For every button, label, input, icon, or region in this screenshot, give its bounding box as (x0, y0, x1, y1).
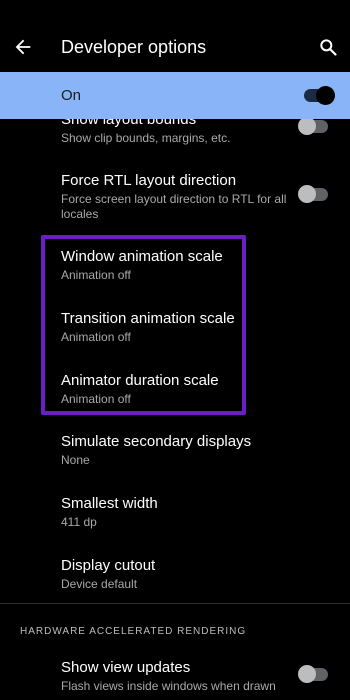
item-title: Animator duration scale (61, 372, 219, 389)
master-switch-thumb[interactable] (316, 86, 335, 105)
list-item-display-cutout[interactable]: Display cutout Device default (61, 557, 291, 592)
list-item-show-view-updates[interactable]: Show view updates Flash views inside win… (61, 659, 291, 694)
list-item-smallest-width[interactable]: Smallest width 411 dp (61, 495, 291, 530)
master-switch-label: On (61, 87, 82, 104)
item-subtitle: None (61, 453, 90, 467)
item-title: Transition animation scale (61, 310, 235, 327)
toggle-show-view-updates-thumb[interactable] (298, 665, 316, 683)
list-item-window-animation-scale[interactable]: Window animation scale Animation off (61, 248, 291, 283)
app-bar: Developer options (0, 0, 350, 72)
settings-list[interactable]: Show layout bounds Show clip bounds, mar… (0, 119, 350, 700)
list-item-show-layout-bounds[interactable]: Show layout bounds Show clip bounds, mar… (61, 119, 291, 146)
item-title: Show view updates (61, 659, 191, 676)
arrow-left-icon[interactable] (12, 36, 34, 58)
section-divider (0, 603, 350, 604)
page-title: Developer options (61, 37, 207, 57)
list-item-animator-duration-scale[interactable]: Animator duration scale Animation off (61, 372, 291, 407)
item-subtitle: Show clip bounds, margins, etc. (61, 131, 231, 145)
item-title: Force RTL layout direction (61, 172, 237, 189)
list-item-force-rtl[interactable]: Force RTL layout direction Force screen … (61, 172, 291, 222)
item-subtitle: Animation off (61, 330, 131, 344)
item-title: Show layout bounds (61, 119, 197, 128)
item-subtitle: 411 dp (61, 515, 97, 529)
toggle-force-rtl-thumb[interactable] (298, 185, 316, 203)
master-switch-bar[interactable]: On (0, 72, 350, 119)
item-title: Window animation scale (61, 248, 223, 265)
item-title: Simulate secondary displays (61, 433, 252, 450)
item-subtitle: Animation off (61, 268, 131, 282)
search-icon[interactable] (318, 37, 338, 57)
item-subtitle: Force screen layout direction to RTL for… (61, 192, 287, 221)
item-subtitle: Animation off (61, 392, 131, 406)
item-subtitle: Flash views inside windows when drawn (61, 679, 276, 693)
item-subtitle: Device default (61, 577, 138, 591)
item-title: Display cutout (61, 557, 156, 574)
section-header: HARDWARE ACCELERATED RENDERING (20, 626, 247, 637)
list-item-simulate-secondary-displays[interactable]: Simulate secondary displays None (61, 433, 291, 468)
list-item-transition-animation-scale[interactable]: Transition animation scale Animation off (61, 310, 291, 345)
item-title: Smallest width (61, 495, 158, 512)
